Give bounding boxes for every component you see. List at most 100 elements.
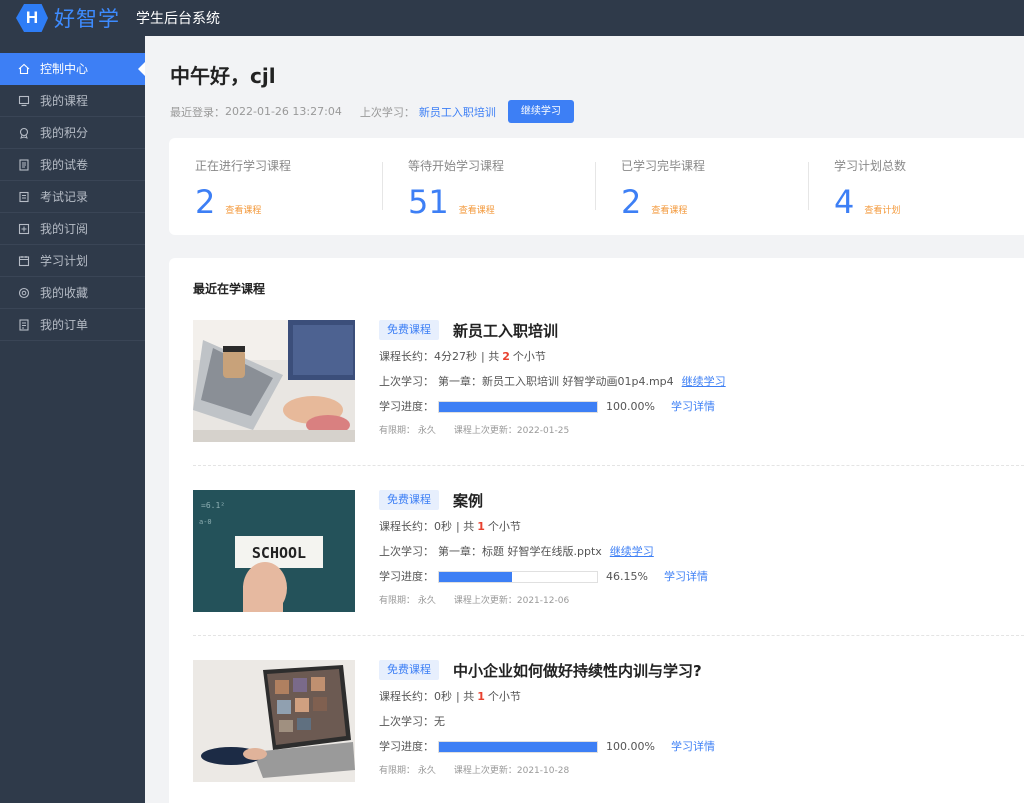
sidebar-item-label: 我的试卷 — [40, 158, 89, 172]
course-thumbnail[interactable]: =6.1² a-0 SCHOOL — [193, 490, 355, 612]
sidebar-item-my-favorites[interactable]: 我的收藏 — [0, 277, 145, 309]
stat-value: 51 — [408, 183, 449, 221]
svg-text:=6.1²: =6.1² — [201, 501, 225, 510]
free-course-tag: 免费课程 — [379, 320, 439, 340]
course-progress: 学习进度： 100.00% 学习详情 — [379, 738, 715, 755]
course-last-study: 上次学习： 无 — [379, 715, 445, 728]
view-courses-link[interactable]: 查看课程 — [225, 203, 261, 216]
sidebar-item-label: 我的订单 — [40, 318, 89, 332]
study-detail-link[interactable]: 学习详情 — [671, 398, 715, 415]
stats-card: 正在进行学习课程 2 查看课程 等待开始学习课程 51 查看课程 已学习完毕课程… — [169, 138, 1024, 235]
system-title: 学生后台系统 — [136, 11, 220, 27]
progress-bar — [438, 570, 598, 583]
sidebar-item-study-plan[interactable]: 学习计划 — [0, 245, 145, 277]
validity: 有限期： 永久 — [379, 766, 436, 776]
course-duration: 课程长约： 4分27秒 | 共 2 个小节 — [379, 350, 546, 363]
stat-waiting: 等待开始学习课程 51 查看课程 — [382, 138, 595, 235]
recent-courses-panel: 最近在学课程 免费课程 新员工入职培训 课程长约： 4分27秒 | 共 2 个小… — [169, 258, 1024, 803]
last-study-course-link[interactable]: 新员工入职培训 — [419, 104, 496, 120]
progress-percent: 100.00% — [606, 400, 655, 413]
stat-plans: 学习计划总数 4 查看计划 — [808, 138, 1021, 235]
login-info: 最近登录： 2022-01-26 13:27:04 上次学习： 新员工入职培训 … — [170, 100, 574, 123]
svg-text:a-0: a-0 — [199, 518, 212, 526]
order-icon — [18, 318, 30, 331]
sidebar-item-label: 我的订阅 — [40, 222, 89, 236]
course-footer: 有限期： 永久 课程上次更新：2021-10-28 — [379, 763, 715, 776]
course-title[interactable]: 中小企业如何做好持续性内训与学习? — [453, 660, 702, 681]
view-courses-link[interactable]: 查看课程 — [651, 203, 687, 216]
last-login-time: 2022-01-26 13:27:04 — [225, 105, 342, 118]
logo-text: 好智学 — [54, 7, 120, 31]
course-footer: 有限期： 永久 课程上次更新：2021-12-06 — [379, 593, 708, 606]
recent-courses-title: 最近在学课程 — [193, 282, 266, 296]
stat-label: 已学习完毕课程 — [621, 159, 706, 173]
monitor-icon — [18, 95, 30, 107]
sidebar-item-my-courses[interactable]: 我的课程 — [0, 85, 145, 117]
continue-study-link[interactable]: 继续学习 — [610, 543, 654, 560]
record-icon — [18, 191, 30, 203]
free-course-tag: 免费课程 — [379, 490, 439, 510]
progress-percent: 100.00% — [606, 740, 655, 753]
divider — [193, 635, 1024, 636]
sidebar-item-my-subscriptions[interactable]: 我的订阅 — [0, 213, 145, 245]
sidebar-item-label: 控制中心 — [40, 62, 89, 76]
study-detail-link[interactable]: 学习详情 — [671, 738, 715, 755]
sidebar-item-label: 我的积分 — [40, 126, 89, 140]
sidebar-item-my-orders[interactable]: 我的订单 — [0, 309, 145, 341]
last-login-label: 最近登录： — [170, 105, 225, 119]
course-last-study: 上次学习： 第一章：标题 好智学在线版.pptx 继续学习 — [379, 543, 654, 560]
progress-bar — [438, 740, 598, 753]
progress-bar — [438, 400, 598, 413]
view-plans-link[interactable]: 查看计划 — [864, 203, 900, 216]
section-count: 1 — [477, 690, 485, 703]
validity: 有限期： 永久 — [379, 596, 436, 606]
logo-hex-icon: H — [16, 4, 48, 32]
free-course-tag: 免费课程 — [379, 660, 439, 680]
sidebar-item-my-points[interactable]: 我的积分 — [0, 117, 145, 149]
stat-value: 4 — [834, 183, 855, 221]
plan-icon — [18, 255, 30, 267]
continue-study-link[interactable]: 继续学习 — [682, 373, 726, 390]
stat-completed: 已学习完毕课程 2 查看课程 — [595, 138, 808, 235]
sidebar-item-label: 我的课程 — [40, 94, 89, 108]
home-icon — [18, 63, 30, 75]
course-item: 免费课程 中小企业如何做好持续性内训与学习? 课程长约： 0秒 | 共 1 个小… — [193, 660, 1024, 803]
continue-study-button[interactable]: 继续学习 — [507, 100, 574, 123]
sidebar-item-my-papers[interactable]: 我的试卷 — [0, 149, 145, 181]
course-title[interactable]: 案例 — [453, 490, 483, 511]
updated-date: 课程上次更新：2021-10-28 — [453, 766, 570, 776]
greeting-title: 中午好，cjl — [170, 64, 276, 88]
updated-date: 课程上次更新：2021-12-06 — [453, 596, 570, 606]
logo[interactable]: H 好智学 — [16, 3, 120, 33]
course-duration: 课程长约： 0秒 | 共 1 个小节 — [379, 690, 521, 703]
view-courses-link[interactable]: 查看课程 — [459, 203, 495, 216]
course-title[interactable]: 新员工入职培训 — [453, 320, 558, 341]
stat-in-progress: 正在进行学习课程 2 查看课程 — [169, 138, 382, 235]
sidebar-item-exam-records[interactable]: 考试记录 — [0, 181, 145, 213]
stat-value: 2 — [195, 183, 216, 221]
stat-label: 正在进行学习课程 — [195, 159, 292, 173]
award-icon — [18, 127, 30, 139]
course-progress: 学习进度： 46.15% 学习详情 — [379, 568, 708, 585]
course-thumbnail[interactable] — [193, 660, 355, 782]
stat-label: 学习计划总数 — [834, 159, 907, 173]
paper-icon — [18, 158, 30, 171]
course-thumbnail[interactable] — [193, 320, 355, 442]
last-study-label: 上次学习： — [359, 105, 415, 119]
course-progress: 学习进度： 100.00% 学习详情 — [379, 398, 715, 415]
course-last-study: 上次学习： 第一章：新员工入职培训 好智学动画01p4.mp4 继续学习 — [379, 373, 726, 390]
section-count: 2 — [502, 350, 510, 363]
course-footer: 有限期： 永久 课程上次更新：2022-01-25 — [379, 423, 726, 436]
sidebar-item-label: 考试记录 — [40, 190, 89, 204]
updated-date: 课程上次更新：2022-01-25 — [453, 426, 570, 436]
thumb-school-text: SCHOOL — [252, 544, 306, 562]
sidebar: 控制中心 我的课程 我的积分 我的试卷 考试记录 我的订阅 学习计划 我的收藏 … — [0, 36, 145, 803]
top-bar: H 好智学 学生后台系统 — [0, 0, 1024, 36]
validity: 有限期： 永久 — [379, 426, 436, 436]
study-detail-link[interactable]: 学习详情 — [664, 568, 708, 585]
progress-percent: 46.15% — [606, 570, 648, 583]
sidebar-item-label: 我的收藏 — [40, 286, 89, 300]
divider — [193, 465, 1024, 466]
stat-label: 等待开始学习课程 — [408, 159, 505, 173]
sidebar-item-control-center[interactable]: 控制中心 — [0, 53, 145, 85]
